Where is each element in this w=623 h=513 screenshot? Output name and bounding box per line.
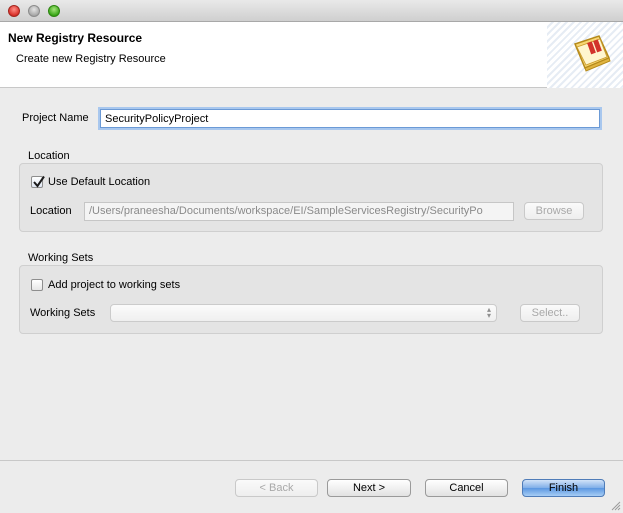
header-banner [547, 22, 623, 88]
use-default-location-label: Use Default Location [48, 176, 151, 188]
use-default-location-checkbox[interactable] [31, 175, 45, 188]
location-path-field[interactable]: /Users/praneesha/Documents/workspace/EI/… [84, 202, 514, 221]
select-working-sets-button[interactable]: Select.. [520, 304, 580, 322]
working-sets-group-title: Working Sets [28, 252, 94, 264]
working-sets-group: Add project to working sets Working Sets… [19, 265, 603, 334]
cancel-button[interactable]: Cancel [425, 479, 508, 497]
working-sets-select[interactable]: ▴ ▾ [110, 304, 497, 322]
location-label: Location [30, 205, 72, 217]
wizard-book-icon [573, 35, 611, 72]
window-close-button[interactable] [8, 5, 20, 17]
wizard-title: New Registry Resource [8, 31, 143, 45]
finish-button[interactable]: Finish [522, 479, 605, 497]
working-sets-label: Working Sets [30, 307, 96, 319]
location-group-title: Location [28, 150, 70, 162]
project-name-input[interactable] [100, 109, 600, 128]
window-maximize-button[interactable] [48, 5, 60, 17]
wizard-content: Project Name Location Use Default Locati… [0, 88, 623, 460]
window-titlebar [0, 0, 623, 22]
wizard-footer: < Back Next > Cancel Finish [0, 460, 623, 513]
window-minimize-button[interactable] [28, 5, 40, 17]
project-name-label: Project Name [22, 112, 89, 124]
browse-button[interactable]: Browse [524, 202, 584, 220]
add-to-working-sets-label: Add project to working sets [48, 279, 181, 291]
back-button[interactable]: < Back [235, 479, 318, 497]
next-button[interactable]: Next > [327, 479, 411, 497]
resize-grip-icon[interactable] [611, 501, 621, 511]
select-arrows-icon: ▴ ▾ [486, 305, 491, 320]
wizard-subtitle: Create new Registry Resource [16, 53, 166, 65]
wizard-header: New Registry Resource Create new Registr… [0, 22, 623, 88]
location-group: Use Default Location Location /Users/pra… [19, 163, 603, 232]
checkmark-icon [33, 175, 45, 188]
add-to-working-sets-checkbox[interactable] [31, 279, 43, 291]
